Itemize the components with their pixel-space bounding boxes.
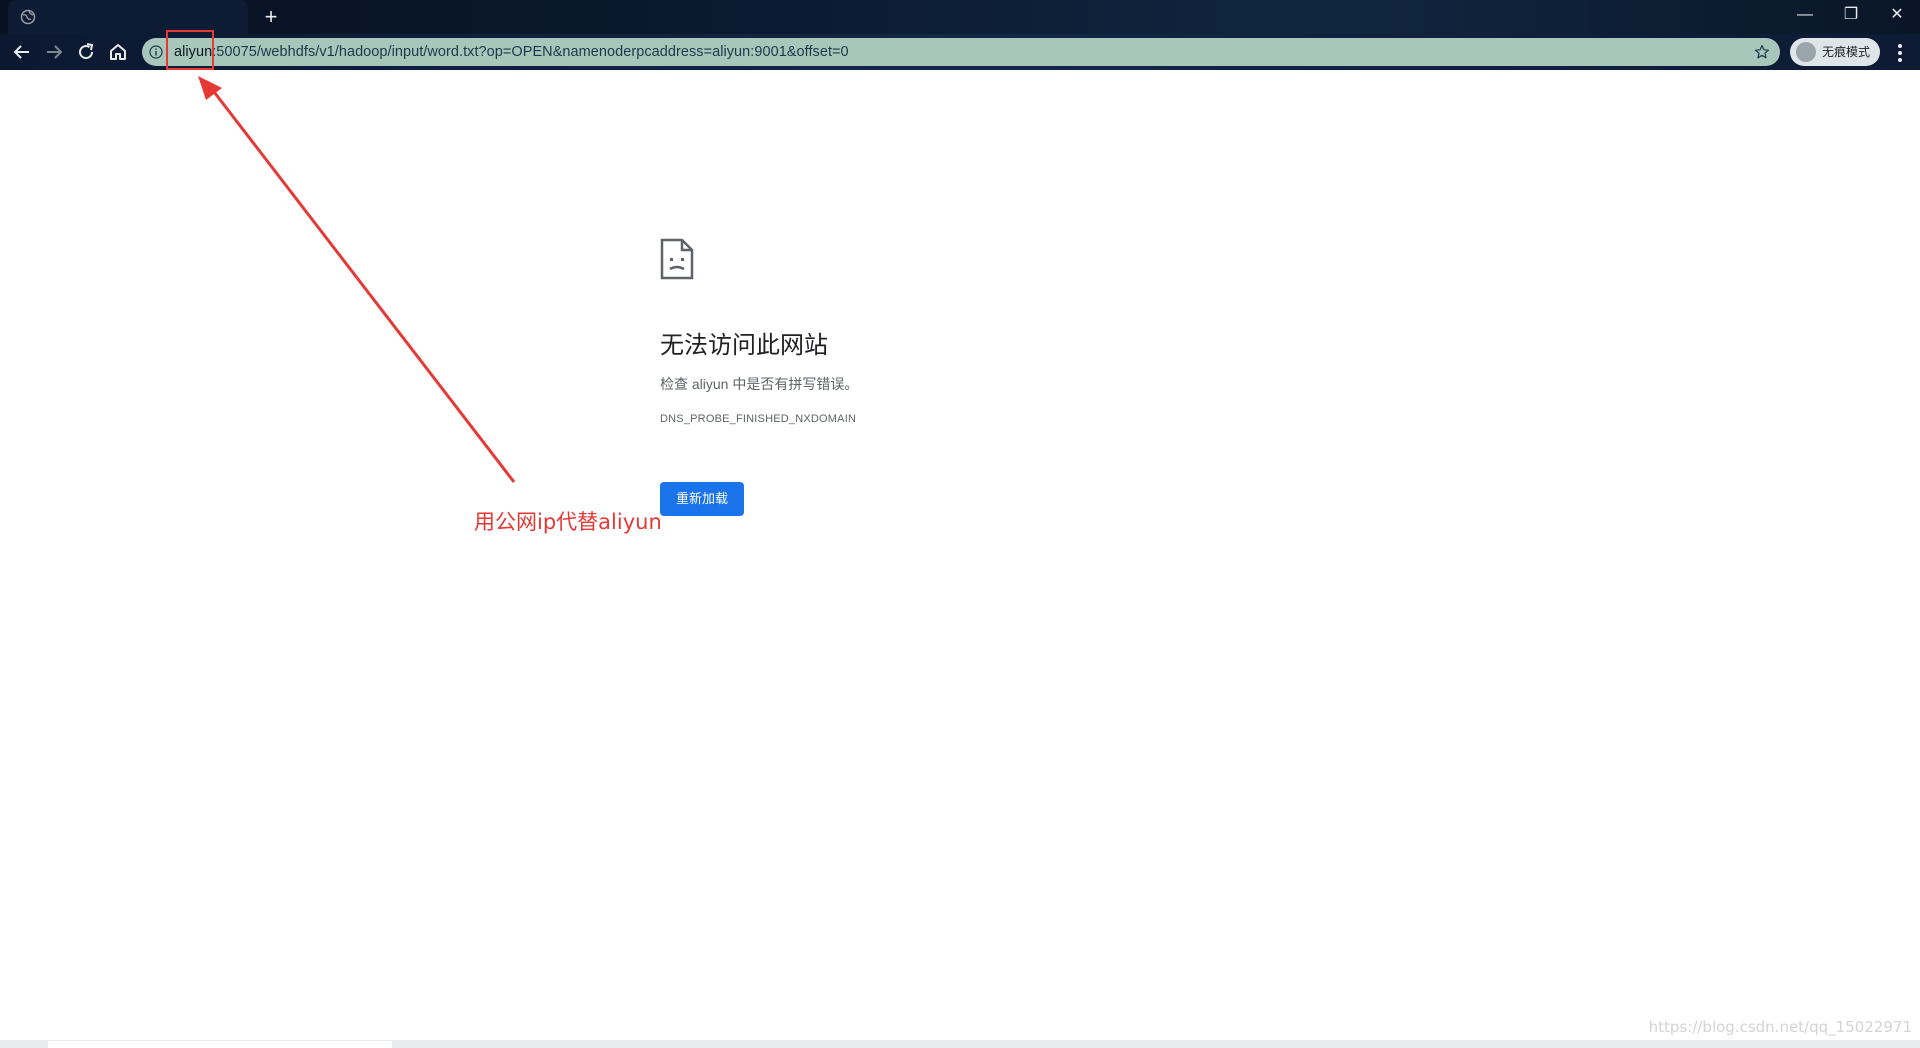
info-icon[interactable] <box>149 45 163 59</box>
close-window-button[interactable]: ✕ <box>1874 0 1920 30</box>
globe-icon <box>20 9 36 25</box>
more-menu-icon[interactable] <box>1890 42 1910 64</box>
address-url[interactable]: aliyun:50075/webhdfs/v1/hadoop/input/wor… <box>174 38 849 66</box>
incognito-label: 无痕模式 <box>1822 45 1871 59</box>
browser-toolbar: aliyun:50075/webhdfs/v1/hadoop/input/wor… <box>0 34 1920 70</box>
incognito-badge[interactable]: 无痕模式 <box>1790 38 1880 66</box>
error-title: 无法访问此网站 <box>660 331 828 359</box>
forward-arrow-icon[interactable] <box>42 40 66 64</box>
annotation-text: 用公网ip代替aliyun <box>474 510 662 534</box>
tab-strip: + — ❐ ✕ <box>0 0 1920 34</box>
sad-page-icon <box>660 238 694 280</box>
back-arrow-icon[interactable] <box>10 40 34 64</box>
taskbar-segment <box>48 1041 392 1048</box>
bookmark-star-icon[interactable] <box>1754 44 1770 60</box>
restore-button[interactable]: ❐ <box>1828 0 1874 30</box>
error-description: 检查 aliyun 中是否有拼写错误。 <box>660 376 859 392</box>
home-icon[interactable] <box>106 40 130 64</box>
browser-tab[interactable] <box>8 0 248 34</box>
minimize-button[interactable]: — <box>1782 0 1828 30</box>
error-code: DNS_PROBE_FINISHED_NXDOMAIN <box>660 413 857 425</box>
new-tab-button[interactable]: + <box>258 5 284 29</box>
reload-button[interactable]: 重新加载 <box>660 482 744 516</box>
annotation-highlight-box <box>166 30 214 70</box>
incognito-avatar-icon <box>1796 42 1816 62</box>
annotation-arrow-icon <box>198 76 516 483</box>
address-path: :50075/webhdfs/v1/hadoop/input/word.txt?… <box>212 44 849 60</box>
address-bar[interactable]: aliyun:50075/webhdfs/v1/hadoop/input/wor… <box>142 38 1780 66</box>
watermark: https://blog.csdn.net/qq_15022971 <box>1648 1018 1912 1036</box>
reload-icon[interactable] <box>74 40 98 64</box>
